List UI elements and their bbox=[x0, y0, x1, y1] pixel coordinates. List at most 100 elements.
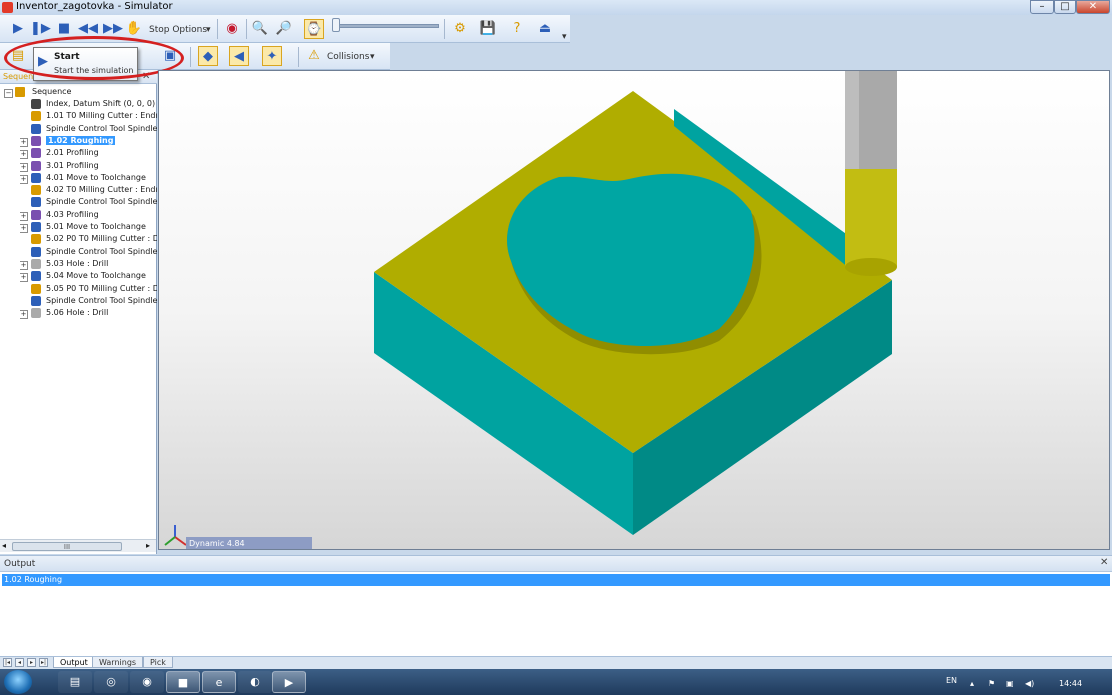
toolpath-icon[interactable]: ◀ bbox=[229, 46, 249, 66]
tool-display-icon[interactable]: ◆ bbox=[198, 46, 218, 66]
scroll-thumb[interactable]: III bbox=[12, 542, 122, 551]
tab-pick[interactable]: Pick bbox=[143, 657, 173, 668]
expand-icon[interactable]: + bbox=[20, 211, 28, 221]
toolbar1-overflow-icon[interactable]: ▾ bbox=[562, 32, 567, 42]
disk-app-icon[interactable]: ◐ bbox=[238, 671, 272, 693]
stop-options-icon[interactable]: ✋ bbox=[124, 19, 144, 39]
speed-slider[interactable] bbox=[333, 24, 439, 28]
volume-icon[interactable]: ◀) bbox=[1025, 679, 1034, 688]
collisions-button[interactable]: Collisions bbox=[327, 52, 369, 62]
output-close-icon[interactable]: ✕ bbox=[1100, 557, 1108, 568]
expand-icon[interactable]: + bbox=[20, 150, 28, 160]
tree-item[interactable]: +5.06 Hole : Drill bbox=[20, 307, 157, 320]
expand-icon[interactable]: + bbox=[20, 162, 28, 172]
network-icon[interactable]: ▣ bbox=[1006, 679, 1014, 688]
tree-item[interactable]: +5.03 Hole : Drill bbox=[20, 258, 157, 270]
expand-icon[interactable]: + bbox=[20, 224, 28, 233]
tree-item-label: 5.05 P0 T0 Milling Cutter : Dri bbox=[46, 283, 157, 293]
tree-item[interactable]: +5.01 Move to Toolchange bbox=[20, 221, 157, 233]
tree-item[interactable]: 4.02 T0 Milling Cutter : Endmi bbox=[20, 184, 157, 196]
fixture-icon[interactable]: ✦ bbox=[262, 46, 282, 66]
close-button[interactable]: ✕ bbox=[1076, 0, 1110, 14]
speed-slider-thumb[interactable] bbox=[332, 18, 340, 32]
sequence-tree-panel: Sequence ✕ − Sequence Index, Datum Shift… bbox=[0, 70, 157, 554]
maximize-button[interactable]: □ bbox=[1054, 0, 1076, 14]
toolbar-separator bbox=[298, 47, 299, 67]
tool-icon bbox=[31, 234, 41, 245]
collapse-icon[interactable]: − bbox=[4, 89, 13, 98]
expand-icon[interactable]: + bbox=[20, 273, 28, 283]
app-icon[interactable] bbox=[2, 2, 13, 13]
expand-icon[interactable]: + bbox=[20, 310, 28, 320]
first-tab-icon[interactable]: |◂ bbox=[3, 658, 12, 667]
tree-item[interactable]: Spindle Control Tool Spindle C bbox=[20, 295, 157, 307]
tree-root-label: Sequence bbox=[32, 87, 72, 96]
simulation-viewport[interactable]: Dynamic 4.84 bbox=[158, 70, 1110, 550]
tree-item[interactable]: 5.02 P0 T0 Milling Cutter : Dri bbox=[20, 233, 157, 245]
tree-item[interactable]: +2.01 Profiling bbox=[20, 147, 157, 160]
tree-item-label: 5.02 P0 T0 Milling Cutter : Dri bbox=[46, 234, 157, 244]
save-icon[interactable]: 💾 bbox=[478, 19, 498, 39]
tree-item[interactable]: Index, Datum Shift (0, 0, 0) bbox=[20, 98, 157, 110]
minimize-button[interactable]: – bbox=[1030, 0, 1054, 14]
last-tab-icon[interactable]: ▸| bbox=[39, 658, 48, 667]
hole-icon bbox=[31, 258, 41, 269]
media-icon[interactable]: ◉ bbox=[130, 671, 164, 693]
start-button[interactable] bbox=[4, 670, 32, 694]
flag-icon[interactable]: ⚑ bbox=[988, 679, 995, 688]
inventor-app-icon[interactable]: ■ bbox=[166, 671, 200, 693]
scroll-right-icon[interactable]: ▸ bbox=[146, 541, 150, 550]
expand-icon[interactable]: + bbox=[20, 260, 28, 270]
help-icon[interactable]: ? bbox=[507, 19, 527, 39]
tree-item-label: 1.02 Roughing bbox=[46, 135, 116, 145]
next-tab-icon[interactable]: ▸ bbox=[27, 658, 36, 667]
tree-item-label: Index, Datum Shift (0, 0, 0) bbox=[46, 99, 156, 108]
speed-icon[interactable]: ⌚ bbox=[304, 19, 324, 39]
tree-item[interactable]: 1.01 T0 Milling Cutter : Endmi bbox=[20, 110, 157, 122]
step-icon[interactable]: ❚▶ bbox=[30, 19, 51, 39]
expand-icon[interactable]: + bbox=[20, 174, 28, 184]
explorer-icon[interactable]: ▤ bbox=[58, 671, 92, 693]
zoom-fit-icon[interactable]: 🔎 bbox=[274, 19, 294, 39]
tab-warnings[interactable]: Warnings bbox=[92, 657, 144, 668]
nc-program-icon bbox=[15, 87, 25, 97]
output-panel: Output ✕ 1.02 Roughing bbox=[0, 555, 1112, 667]
collisions-icon[interactable]: ⚠ bbox=[304, 46, 324, 66]
tree-item[interactable]: +1.02 Roughing bbox=[20, 135, 157, 147]
collisions-dropdown-icon[interactable]: ▾ bbox=[370, 52, 375, 62]
stop-options-button[interactable]: Stop Options bbox=[149, 25, 207, 35]
stop-options-dropdown-icon[interactable]: ▾ bbox=[206, 25, 211, 35]
annotation-circle bbox=[4, 36, 184, 80]
tree-item-label: 5.06 Hole : Drill bbox=[46, 308, 109, 318]
tree-item[interactable]: +3.01 Profiling bbox=[20, 160, 157, 172]
tab-output[interactable]: Output bbox=[53, 657, 95, 668]
tree-item[interactable]: Spindle Control Tool Spindle C bbox=[20, 123, 157, 135]
prev-tab-icon[interactable]: ◂ bbox=[15, 658, 24, 667]
clock[interactable]: 14:44 bbox=[1059, 679, 1082, 688]
chrome-icon[interactable]: ◎ bbox=[94, 671, 128, 693]
tree-item[interactable]: Spindle Control Tool Spindle C bbox=[20, 246, 157, 258]
operation-icon bbox=[31, 135, 41, 146]
simulator-app-icon[interactable]: ▶ bbox=[272, 671, 306, 693]
tree-item[interactable]: Spindle Control Tool Spindle C bbox=[20, 196, 157, 208]
eject-icon[interactable]: ⏏ bbox=[535, 19, 555, 39]
expand-icon[interactable]: + bbox=[20, 137, 28, 147]
tree-item[interactable]: +4.01 Move to Toolchange bbox=[20, 172, 157, 184]
edge-app-icon[interactable]: e bbox=[202, 671, 236, 693]
horizontal-scrollbar[interactable]: ◂ III ▸ bbox=[0, 539, 156, 552]
operation-icon bbox=[31, 148, 41, 159]
scroll-left-icon[interactable]: ◂ bbox=[2, 541, 6, 550]
tree-item[interactable]: +5.04 Move to Toolchange bbox=[20, 270, 157, 283]
zoom-icon[interactable]: 🔍 bbox=[250, 19, 270, 39]
record-icon[interactable]: ◉ bbox=[222, 19, 242, 39]
tree-item-label: 4.02 T0 Milling Cutter : Endmi bbox=[46, 185, 157, 195]
tray-language[interactable]: EN bbox=[946, 676, 957, 685]
tree-item[interactable]: 5.05 P0 T0 Milling Cutter : Dri bbox=[20, 283, 157, 295]
tree-item[interactable]: +4.03 Profiling bbox=[20, 209, 157, 221]
tree-item-label: 2.01 Profiling bbox=[46, 148, 99, 158]
output-row[interactable]: 1.02 Roughing bbox=[2, 574, 1110, 586]
tree-root[interactable]: − Sequence bbox=[4, 86, 154, 98]
settings-gear-icon[interactable]: ⚙ bbox=[450, 19, 470, 39]
play-icon[interactable]: ▶ bbox=[8, 19, 28, 39]
tray-expand-icon[interactable]: ▴ bbox=[970, 679, 974, 688]
